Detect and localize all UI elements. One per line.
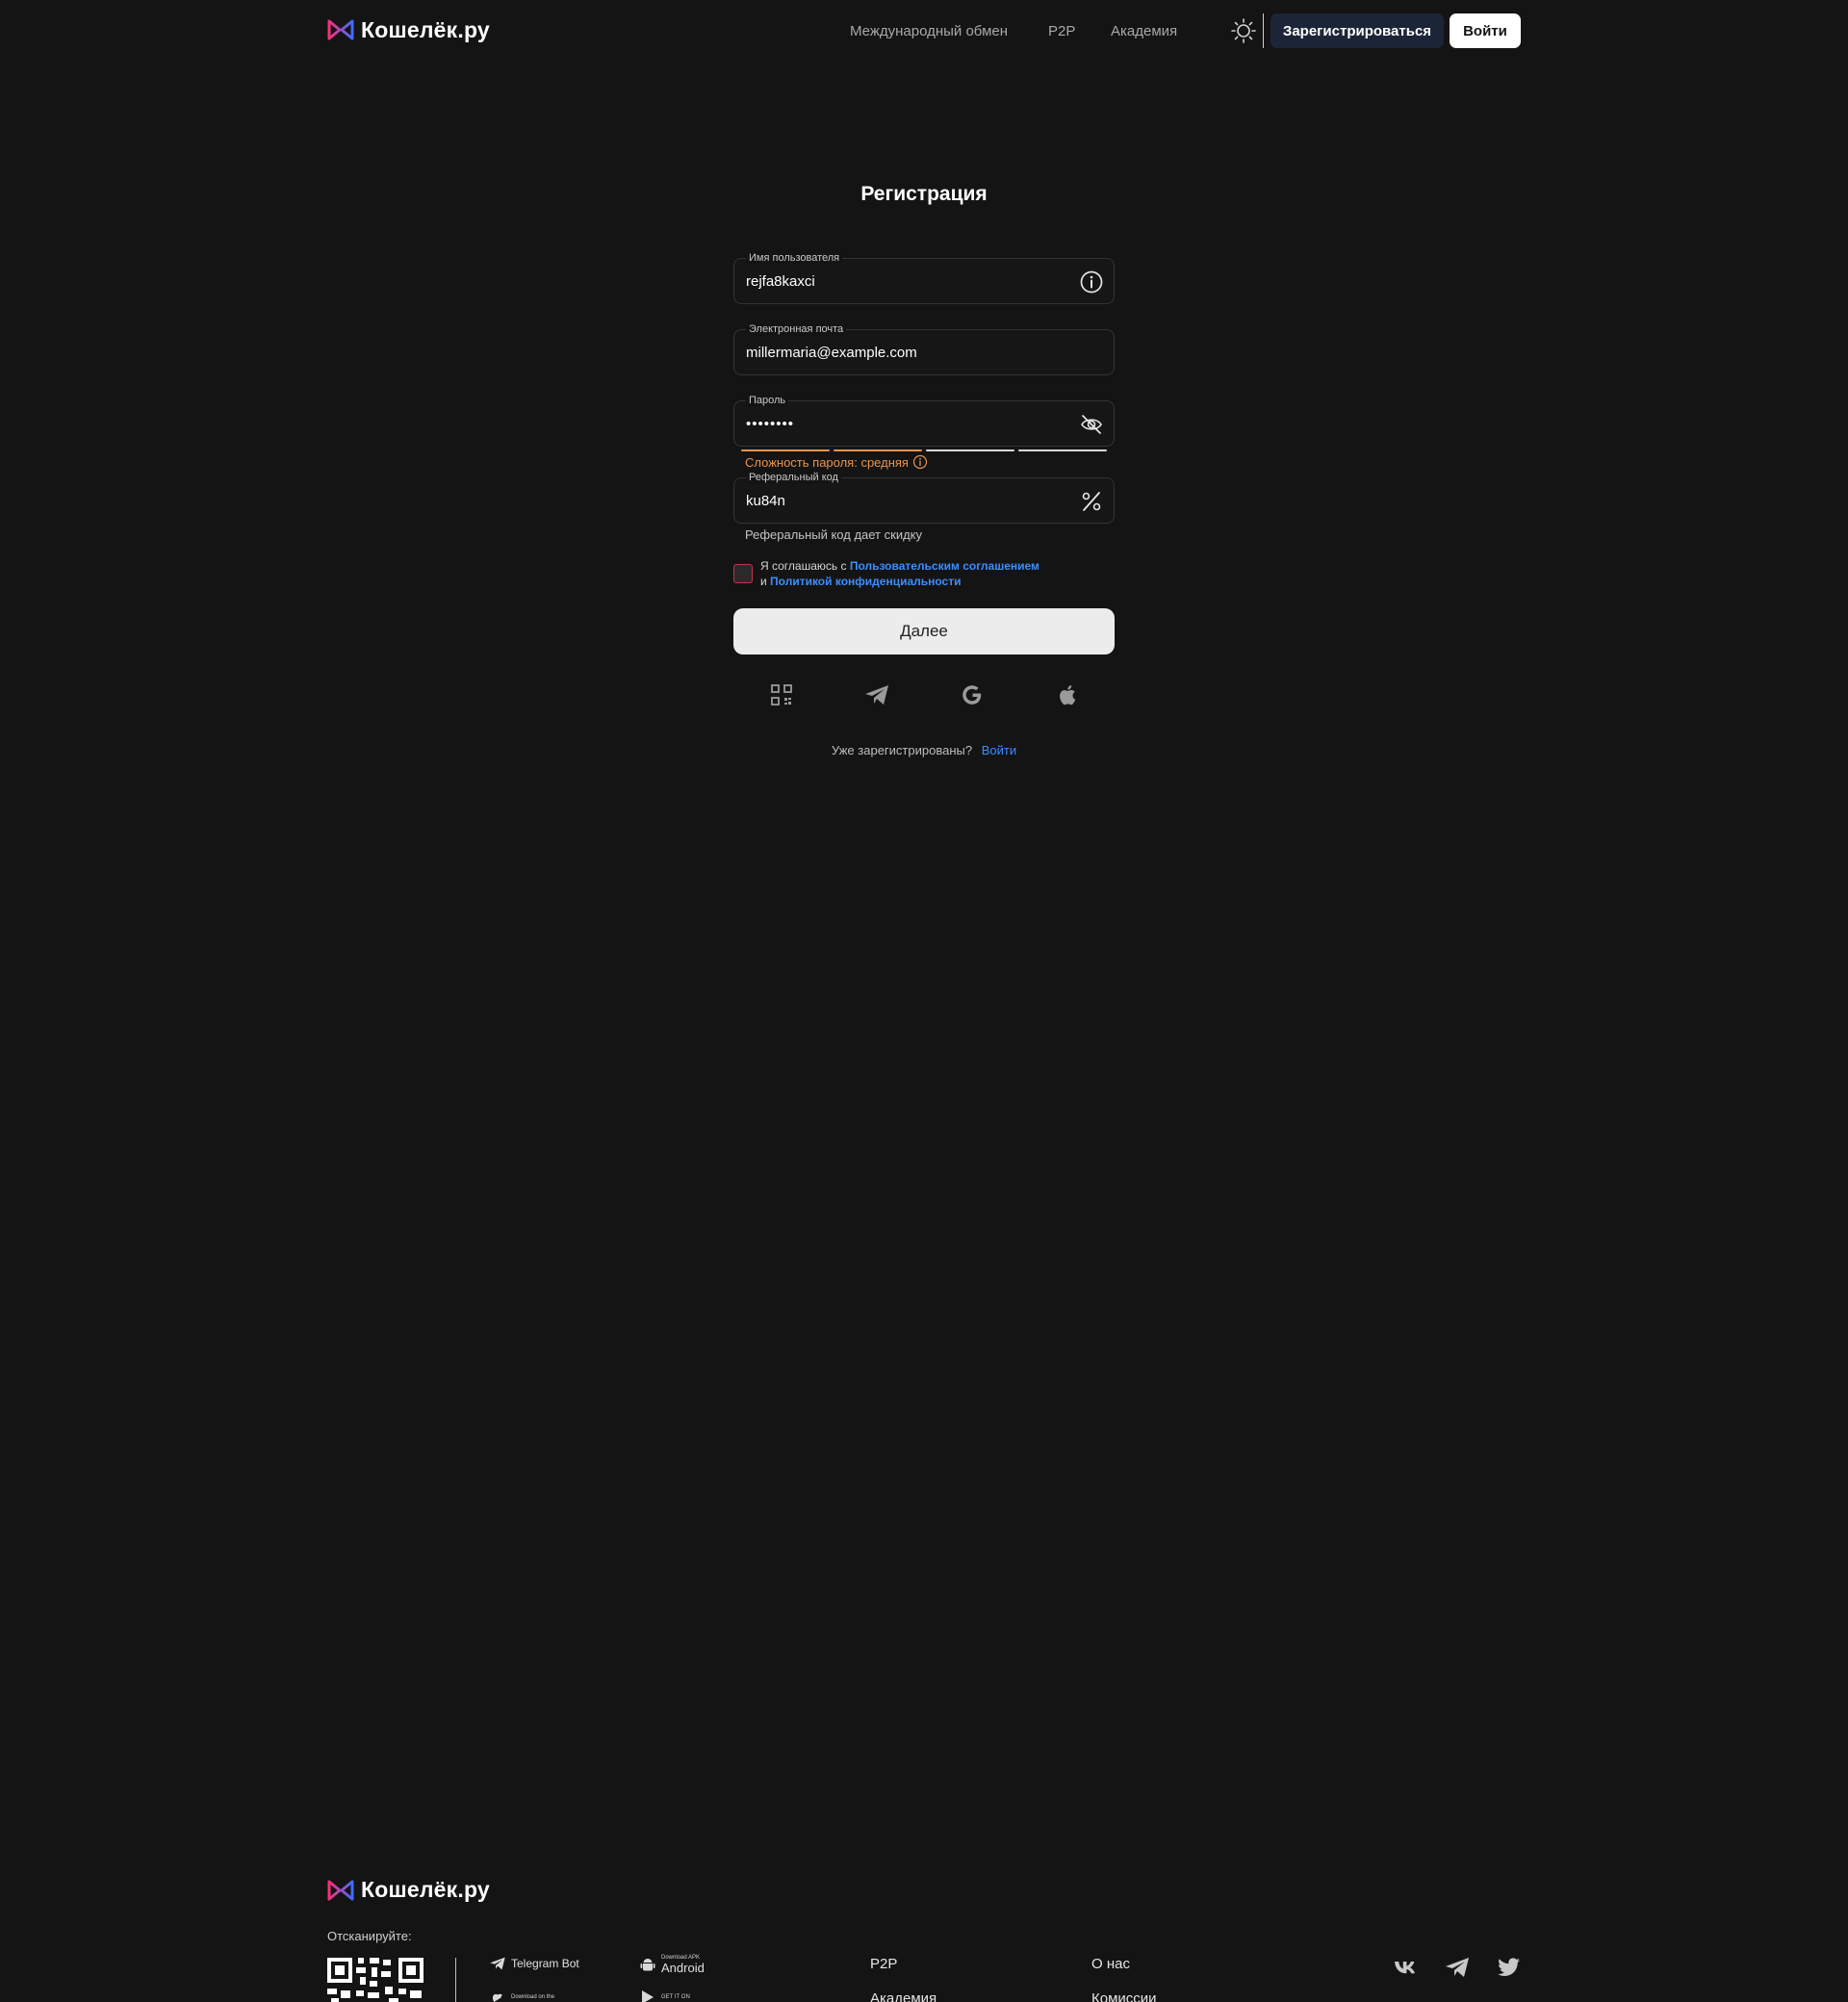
password-label: Пароль <box>746 394 789 407</box>
nav-academy[interactable]: Академия <box>1111 23 1177 39</box>
brand-name: Кошелёк.ру <box>361 16 490 42</box>
username-label: Имя пользователя <box>746 251 843 265</box>
agreement-prefix: Я соглашаюсь с <box>760 559 847 573</box>
scan-label: Отсканируйте: <box>327 1929 412 1943</box>
password-strength-meter <box>741 449 1107 452</box>
page-title: Регистрация <box>860 183 988 205</box>
strength-bar-3 <box>926 449 1014 451</box>
referral-hint: Реферальный код дает скидку <box>745 527 922 542</box>
email-input[interactable]: millermaria@example.com <box>746 345 1054 361</box>
footer-link-about[interactable]: О нас <box>1091 1956 1130 1972</box>
already-registered-text: Уже зарегистрированы? <box>831 743 973 757</box>
google-icon[interactable] <box>959 681 986 708</box>
info-icon[interactable] <box>1079 270 1104 295</box>
username-input[interactable]: rejfa8kaxci <box>746 273 1054 290</box>
vk-icon[interactable] <box>1392 1954 1419 1981</box>
referral-field[interactable]: Реферальный код ku84n <box>733 471 1115 524</box>
email-field[interactable]: Электронная почта millermaria@example.co… <box>733 322 1115 375</box>
agreement-row: Я соглашаюсь с Пользовательским соглашен… <box>733 558 1115 591</box>
register-button[interactable]: Зарегистрироваться <box>1270 13 1444 48</box>
login-link[interactable]: Войти <box>982 743 1016 757</box>
username-field[interactable]: Имя пользователя rejfa8kaxci <box>733 251 1115 304</box>
email-label: Электронная почта <box>746 322 847 336</box>
android-big-label: Android <box>661 1961 705 1975</box>
agreement-text: Я соглашаюсь с Пользовательским соглашен… <box>760 558 1040 589</box>
password-field[interactable]: Пароль •••••••• <box>733 394 1115 447</box>
app-store-small-label: Download on the <box>511 1993 555 2000</box>
strength-bar-2 <box>834 449 922 451</box>
eye-off-icon[interactable] <box>1079 412 1104 437</box>
top-header: Кошелёк.ру Международный обмен P2P Акаде… <box>327 13 1521 48</box>
terms-link[interactable]: Пользовательским соглашением <box>850 559 1040 573</box>
next-button[interactable]: Далее <box>733 608 1115 654</box>
header-divider <box>1263 13 1264 48</box>
nav-international-exchange[interactable]: Международный обмен <box>850 23 1008 39</box>
telegram-bot-link[interactable]: Telegram Bot <box>489 1955 579 1972</box>
percent-icon <box>1082 492 1101 511</box>
agreement-checkbox[interactable] <box>733 564 753 583</box>
telegram-icon[interactable] <box>863 681 890 708</box>
already-registered: Уже зарегистрированы? Войти <box>733 743 1115 757</box>
sun-icon[interactable] <box>1230 17 1257 44</box>
twitter-icon[interactable] <box>1496 1954 1523 1981</box>
password-strength-text: Сложность пароля: средняя <box>745 454 928 470</box>
apple-icon <box>492 1993 502 2002</box>
app-store-link[interactable]: Download on the <box>489 1989 554 2002</box>
logo-icon <box>327 19 354 40</box>
strength-bar-4 <box>1018 449 1107 451</box>
apple-icon[interactable] <box>1054 681 1081 708</box>
referral-input[interactable]: ku84n <box>746 493 1054 509</box>
android-apk-link[interactable]: Download APK Android <box>639 1955 705 1974</box>
telegram-icon[interactable] <box>1444 1954 1471 1981</box>
footer-link-p2p[interactable]: P2P <box>870 1956 897 1972</box>
footer-link-fees[interactable]: Комиссии <box>1091 1990 1157 2002</box>
qr-code-icon[interactable] <box>768 681 795 708</box>
google-play-link[interactable]: GET IT ON <box>639 1989 690 2002</box>
footer-link-academy[interactable]: Академия <box>870 1990 937 2002</box>
google-play-icon <box>642 1990 654 2002</box>
telegram-bot-label: Telegram Bot <box>511 1957 579 1970</box>
nav-p2p[interactable]: P2P <box>1048 23 1075 39</box>
password-input[interactable]: •••••••• <box>746 416 1054 432</box>
strength-bar-1 <box>741 449 830 451</box>
google-play-small-label: GET IT ON <box>661 1993 690 2000</box>
password-strength-label: Сложность пароля: средняя <box>745 454 909 470</box>
login-button[interactable]: Войти <box>1450 13 1521 48</box>
footer-logo[interactable]: Кошелёк.ру <box>327 1877 490 1903</box>
privacy-link[interactable]: Политикой конфиденциальности <box>770 575 961 588</box>
strength-info-icon[interactable] <box>912 454 928 470</box>
referral-label: Реферальный код <box>746 471 841 484</box>
footer-brand-name: Кошелёк.ру <box>361 1877 490 1902</box>
android-icon <box>640 1959 655 1971</box>
logo-icon <box>327 1880 354 1900</box>
footer-divider <box>455 1958 456 2002</box>
telegram-icon <box>490 1957 505 1970</box>
qr-code-image <box>327 1958 424 2002</box>
agreement-and: и <box>760 575 767 588</box>
logo[interactable]: Кошелёк.ру <box>327 16 490 43</box>
